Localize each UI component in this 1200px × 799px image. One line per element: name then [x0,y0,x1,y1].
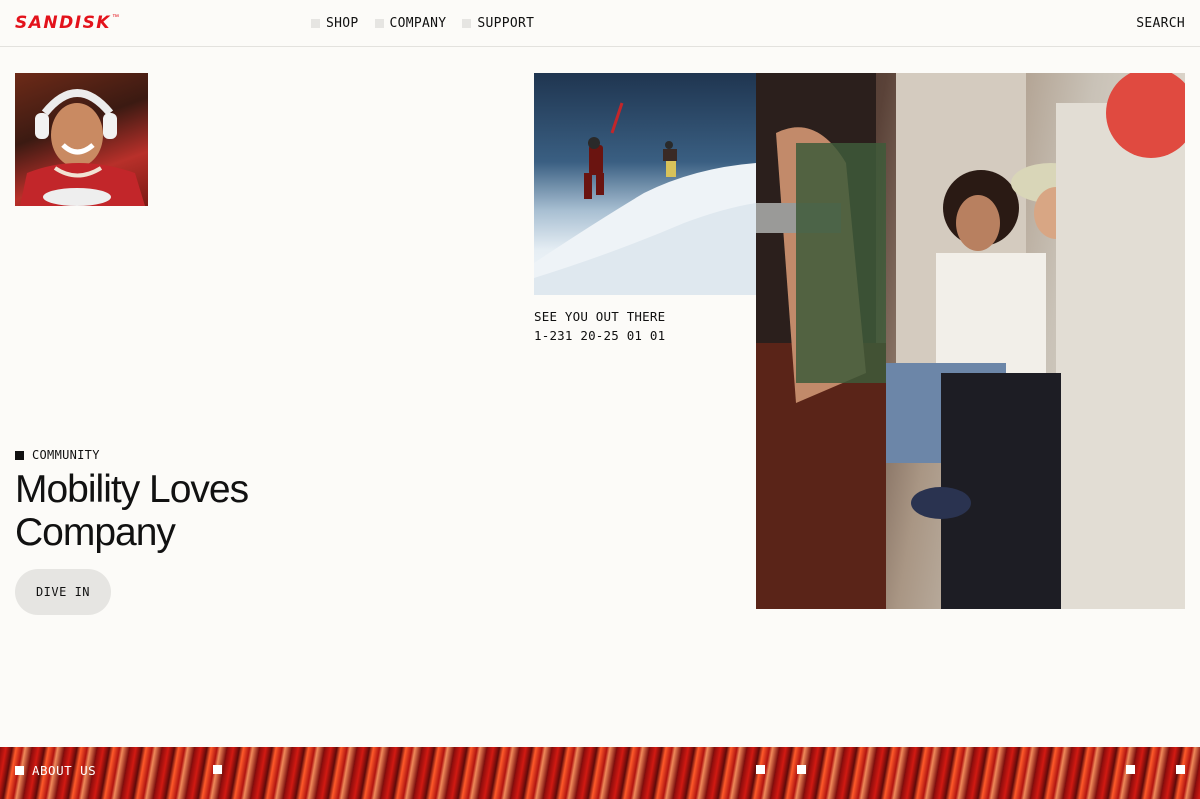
about-us-banner[interactable]: ABOUT US [0,747,1200,799]
dive-in-button[interactable]: DIVE IN [15,569,111,615]
square-bullet-icon [15,450,24,460]
square-bullet-icon [15,766,24,775]
logo-trademark: ™ [111,14,119,21]
about-us-link[interactable]: ABOUT US [15,763,96,778]
gamer-photo [15,73,148,206]
about-us-label: ABOUT US [32,763,97,778]
site-header: SANDISK ™ SHOP COMPANY SUPPORT SEARCH [0,0,1200,47]
square-marker-icon [1176,765,1185,774]
hero-headline: Mobility Loves Company [15,468,415,554]
section-tag-label: COMMUNITY [32,448,100,462]
mountain-illustration [534,102,756,295]
square-bullet-icon [311,19,320,28]
mountain-climbers-photo [534,73,756,295]
nav-item-shop[interactable]: SHOP [311,16,359,31]
sandisk-logo[interactable]: SANDISK ™ [15,14,119,32]
square-bullet-icon [462,19,472,28]
nav-item-label: SUPPORT [477,16,535,31]
square-marker-icon [213,765,222,774]
headline-line: Company [15,511,176,554]
section-tag: COMMUNITY [15,448,100,462]
caption-line: SEE YOU OUT THERE [534,309,666,324]
photo-caption: SEE YOU OUT THERE 1-231 20-25 01 01 [534,307,665,345]
gamer-illustration [20,89,145,206]
search-link[interactable]: SEARCH [1136,16,1185,31]
friends-skateboard-photo [756,73,1185,609]
caption-line: 1-231 20-25 01 01 [534,328,666,343]
square-marker-icon [756,765,765,774]
friends-illustration [756,73,1185,609]
nav-item-label: SHOP [326,16,359,31]
main-nav: SHOP COMPANY SUPPORT [311,16,534,31]
nav-item-company[interactable]: COMPANY [374,16,447,31]
nav-item-support[interactable]: SUPPORT [462,16,534,31]
nav-item-label: COMPANY [389,16,447,31]
square-marker-icon [1126,765,1135,774]
square-marker-icon [797,765,806,774]
square-bullet-icon [374,19,384,28]
headline-line: Mobility Loves [15,468,249,511]
logo-wordmark: SANDISK [15,13,111,33]
